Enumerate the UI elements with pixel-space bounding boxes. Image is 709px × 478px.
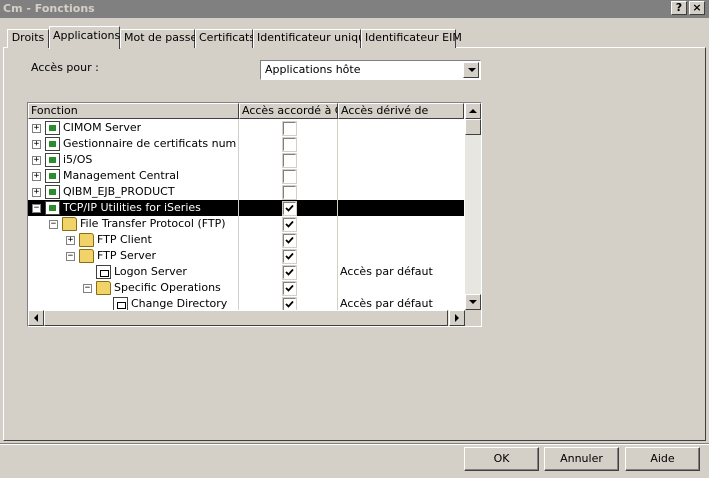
- column-divider: [238, 119, 239, 311]
- function-label: Management Central: [63, 169, 180, 182]
- access-checkbox[interactable]: [282, 121, 297, 136]
- function-label: CIMOM Server: [63, 121, 142, 134]
- access-for-value: Applications hôte: [265, 63, 361, 76]
- function-label: Change Directory: [131, 297, 228, 310]
- table-row[interactable]: − TCP/IP Utilities for iSeries: [28, 200, 464, 216]
- collapse-icon[interactable]: −: [66, 252, 75, 261]
- scroll-down-button[interactable]: [465, 294, 481, 310]
- close-button[interactable]: ×: [689, 1, 705, 15]
- folder-icon: [62, 217, 77, 231]
- expand-icon[interactable]: +: [32, 188, 41, 197]
- dialog-window: Cm - Fonctions ? × Droits Applications M…: [0, 0, 709, 478]
- scroll-left-button[interactable]: [28, 310, 44, 326]
- access-checkbox[interactable]: [282, 233, 297, 248]
- dropdown-button[interactable]: [463, 62, 479, 78]
- access-checkbox[interactable]: [282, 217, 297, 232]
- component-icon: [45, 153, 60, 167]
- function-label: File Transfer Protocol (FTP): [80, 217, 226, 230]
- ok-button[interactable]: OK: [464, 447, 539, 471]
- folder-icon: [96, 281, 111, 295]
- access-checkbox[interactable]: [282, 249, 297, 264]
- column-header-fonction[interactable]: Fonction: [28, 103, 239, 119]
- arrow-left-icon: [34, 314, 38, 322]
- component-icon: [45, 201, 60, 215]
- arrow-up-icon: [469, 109, 477, 113]
- function-label: QIBM_EJB_PRODUCT: [63, 185, 175, 198]
- column-header-acces-accorde[interactable]: Accès accordé à Cm: [239, 103, 338, 119]
- function-label: TCP/IP Utilities for iSeries: [63, 201, 201, 214]
- column-divider: [337, 119, 338, 311]
- table-row[interactable]: − FTP Server: [28, 248, 464, 264]
- folder-icon: [79, 233, 94, 247]
- button-separator: [0, 443, 709, 445]
- access-checkbox[interactable]: [282, 281, 297, 296]
- cancel-button[interactable]: Annuler: [544, 447, 619, 471]
- access-checkbox[interactable]: [282, 137, 297, 152]
- collapse-icon[interactable]: −: [32, 204, 41, 213]
- access-checkbox[interactable]: [282, 185, 297, 200]
- component-icon: [45, 169, 60, 183]
- function-label: Specific Operations: [114, 281, 221, 294]
- window-title: Cm - Fonctions: [3, 2, 95, 15]
- function-tree-table[interactable]: Fonction Accès accordé à Cm Accès dérivé…: [27, 102, 482, 327]
- table-row[interactable]: Logon Server Accès par défaut: [28, 264, 464, 280]
- collapse-icon[interactable]: −: [49, 220, 58, 229]
- access-for-label: Accès pour :: [31, 61, 99, 74]
- expand-icon[interactable]: +: [32, 140, 41, 149]
- access-for-select[interactable]: Applications hôte: [260, 60, 481, 80]
- access-checkbox[interactable]: [282, 265, 297, 280]
- table-row[interactable]: − Specific Operations: [28, 280, 464, 296]
- expand-icon[interactable]: +: [32, 172, 41, 181]
- tab-certificats[interactable]: Certificats: [195, 29, 255, 48]
- vertical-scroll-thumb[interactable]: [465, 119, 481, 135]
- access-checkbox[interactable]: [282, 169, 297, 184]
- arrow-down-icon: [469, 300, 477, 304]
- tab-identificateur-eim[interactable]: Identificateur EIM: [361, 29, 462, 48]
- component-icon: [45, 121, 60, 135]
- derived-access-text: Accès par défaut: [340, 297, 433, 310]
- table-row[interactable]: + QIBM_EJB_PRODUCT: [28, 184, 464, 200]
- folder-icon: [79, 249, 94, 263]
- component-icon: [45, 137, 60, 151]
- function-label: Gestionnaire de certificats numériques: [63, 137, 236, 150]
- component-icon: [45, 185, 60, 199]
- help-title-button[interactable]: ?: [671, 1, 687, 15]
- table-row[interactable]: + i5/OS: [28, 152, 464, 168]
- access-checkbox[interactable]: [282, 201, 297, 216]
- function-label: Logon Server: [114, 265, 187, 278]
- table-row[interactable]: + Management Central: [28, 168, 464, 184]
- table-row[interactable]: + Gestionnaire de certificats numériques: [28, 136, 464, 152]
- scrollbar-corner: [465, 310, 481, 326]
- chevron-down-icon: [468, 68, 476, 72]
- help-button[interactable]: Aide: [625, 447, 700, 471]
- expand-icon[interactable]: +: [32, 156, 41, 165]
- access-checkbox[interactable]: [282, 153, 297, 168]
- function-label: FTP Client: [97, 233, 152, 246]
- function-label: i5/OS: [63, 153, 93, 166]
- arrow-right-icon: [455, 314, 459, 322]
- table-row[interactable]: + CIMOM Server: [28, 120, 464, 136]
- tab-identificateur-unique[interactable]: Identificateur unique: [253, 29, 372, 48]
- tab-mot-de-passe[interactable]: Mot de passe: [120, 29, 197, 48]
- horizontal-scrollbar[interactable]: [28, 310, 465, 326]
- collapse-icon[interactable]: −: [83, 284, 92, 293]
- column-header-acces-derive[interactable]: Accès dérivé de: [338, 103, 464, 119]
- vertical-scrollbar[interactable]: [465, 103, 481, 310]
- title-bar: Cm - Fonctions ? ×: [0, 0, 709, 18]
- horizontal-scroll-thumb[interactable]: [44, 310, 448, 326]
- table-row[interactable]: − File Transfer Protocol (FTP): [28, 216, 464, 232]
- expand-icon[interactable]: +: [32, 124, 41, 133]
- tab-droits[interactable]: Droits: [7, 29, 49, 48]
- expand-icon[interactable]: +: [66, 236, 75, 245]
- function-label: FTP Server: [97, 249, 157, 262]
- scroll-right-button[interactable]: [449, 310, 465, 326]
- tab-applications[interactable]: Applications: [49, 26, 120, 49]
- scroll-up-button[interactable]: [465, 103, 481, 119]
- lock-icon: [113, 297, 128, 311]
- derived-access-text: Accès par défaut: [340, 265, 433, 278]
- table-row[interactable]: + FTP Client: [28, 232, 464, 248]
- lock-icon: [96, 265, 111, 279]
